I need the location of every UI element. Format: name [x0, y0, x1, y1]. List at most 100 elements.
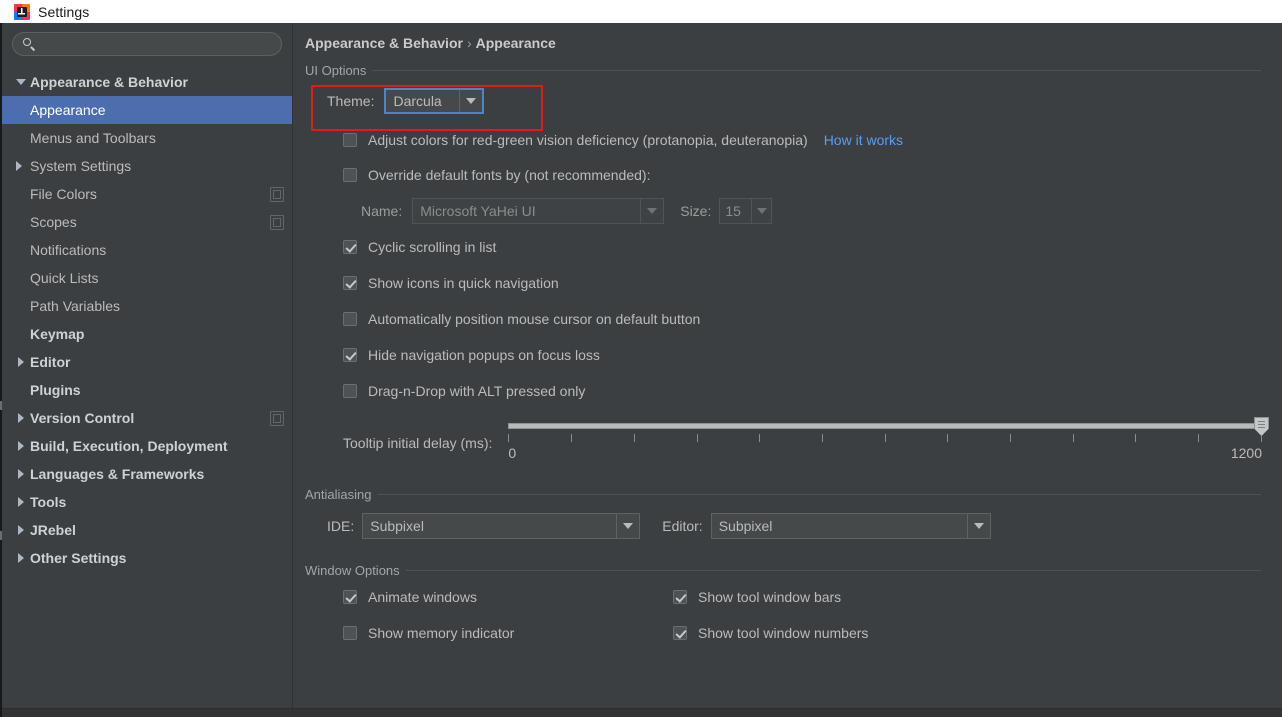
tree-expander[interactable] — [12, 469, 30, 479]
sidebar-item-languages-frameworks[interactable]: Languages & Frameworks — [2, 460, 292, 488]
sidebar-item-version-control[interactable]: Version Control — [2, 404, 292, 432]
editor-antialiasing-combobox[interactable]: Subpixel — [710, 513, 991, 539]
slider-tick — [633, 434, 635, 442]
automatically-position-mouse-cursor-on-default-button-checkbox[interactable] — [343, 312, 357, 326]
slider-tick — [1198, 434, 1200, 442]
tree-expander[interactable] — [12, 497, 30, 507]
show-tool-window-bars-checkbox[interactable] — [673, 590, 687, 604]
antialiasing-title: Antialiasing — [305, 486, 372, 502]
ui-options-checkbox-list: Cyclic scrolling in list Show icons in qu… — [305, 229, 1262, 409]
drag-n-drop-with-alt-pressed-only-checkbox[interactable] — [343, 384, 357, 398]
show-tool-window-bars-label: Show tool window bars — [698, 589, 842, 605]
slider-tick — [947, 434, 949, 442]
font-size-dropdown-arrow[interactable] — [751, 199, 772, 223]
sidebar-search-wrap — [2, 32, 292, 56]
chevron-right-icon — [18, 357, 24, 367]
theme-value: Darcula — [393, 93, 442, 109]
font-name-value: Microsoft YaHei UI — [420, 203, 536, 219]
hide-navigation-popups-on-focus-loss-label: Hide navigation popups on focus loss — [368, 347, 600, 363]
cyclic-scrolling-in-list-checkbox[interactable] — [343, 240, 357, 254]
search-input[interactable] — [36, 32, 273, 56]
sidebar-item-file-colors[interactable]: File Colors — [2, 180, 292, 208]
sidebar-item-notifications[interactable]: Notifications — [2, 236, 292, 264]
chevron-right-icon — [18, 525, 24, 535]
theme-dropdown-arrow[interactable] — [459, 90, 483, 112]
sidebar-item-jrebel[interactable]: JRebel — [2, 516, 292, 544]
show-tool-window-bars-row: Show tool window bars — [673, 589, 841, 605]
tree-expander[interactable] — [12, 413, 30, 423]
animate-windows-checkbox[interactable] — [343, 590, 357, 604]
tree-expander[interactable] — [12, 441, 30, 451]
slider-track[interactable] — [508, 423, 1262, 429]
how-it-works-link[interactable]: How it works — [824, 132, 903, 148]
tree-expander[interactable] — [12, 553, 30, 563]
theme-label: Theme: — [327, 93, 375, 109]
slider-tick — [696, 434, 698, 442]
sidebar-item-menus-and-toolbars[interactable]: Menus and Toolbars — [2, 124, 292, 152]
sidebar-item-keymap[interactable]: Keymap — [2, 320, 292, 348]
window-titlebar: Settings — [0, 0, 1282, 23]
sidebar-item-label: Path Variables — [30, 298, 121, 314]
sidebar-item-system-settings[interactable]: System Settings — [2, 152, 292, 180]
settings-sidebar: Appearance & Behavior Appearance Menus and… — [0, 23, 293, 717]
font-name-dropdown-arrow[interactable] — [640, 199, 664, 223]
sidebar-item-build-execution-deployment[interactable]: Build, Execution, Deployment — [2, 432, 292, 460]
slider-tick — [759, 434, 761, 442]
tree-expander[interactable] — [12, 79, 30, 85]
show-tool-window-numbers-checkbox[interactable] — [673, 626, 687, 640]
sidebar-item-label: Menus and Toolbars — [30, 130, 156, 146]
slider-range-labels: 0 1200 — [508, 445, 1262, 461]
sidebar-item-plugins[interactable]: Plugins — [2, 376, 292, 404]
chevron-right-icon — [18, 413, 24, 423]
sidebar-item-tools[interactable]: Tools — [2, 488, 292, 516]
chevron-down-icon — [756, 208, 767, 214]
tree-expander[interactable] — [12, 525, 30, 535]
sidebar-item-appearance[interactable]: Appearance — [2, 96, 292, 124]
sidebar-item-path-variables[interactable]: Path Variables — [2, 292, 292, 320]
override-fonts-checkbox[interactable] — [343, 168, 357, 182]
sidebar-item-label: Version Control — [30, 410, 135, 426]
animate-windows-label: Animate windows — [368, 589, 477, 605]
editor-antialiasing-dropdown-arrow[interactable] — [966, 514, 990, 538]
show-icons-in-quick-navigation-checkbox[interactable] — [343, 276, 357, 290]
adjust-colors-checkbox[interactable] — [343, 133, 357, 147]
slider-tick — [1072, 434, 1074, 442]
tree-expander[interactable] — [12, 357, 30, 367]
editor-antialiasing-label: Editor: — [662, 518, 703, 534]
chevron-right-icon — [18, 441, 24, 451]
group-divider — [405, 569, 1261, 571]
sidebar-item-label: System Settings — [30, 158, 132, 174]
project-level-settings-icon — [270, 186, 284, 202]
search-box[interactable] — [12, 32, 282, 56]
intellij-idea-icon — [14, 3, 30, 20]
ide-antialiasing-combobox[interactable]: Subpixel — [362, 513, 641, 539]
tooltip-delay-slider[interactable]: 0 1200 — [508, 415, 1269, 467]
tooltip-delay-label: Tooltip initial delay (ms): — [343, 435, 493, 451]
search-icon — [23, 37, 36, 51]
settings-content-panel: Appearance & Behavior › Appearance UI Opti… — [293, 23, 1282, 717]
sidebar-item-appearance-behavior[interactable]: Appearance & Behavior — [2, 68, 292, 96]
slider-tick — [1010, 434, 1012, 442]
show-memory-indicator-checkbox[interactable] — [343, 626, 357, 640]
sidebar-item-label: Appearance & Behavior — [30, 74, 188, 90]
theme-combobox[interactable]: Darcula — [384, 88, 485, 114]
sidebar-edge-tick — [0, 401, 2, 410]
hide-navigation-popups-on-focus-loss-row: Hide navigation popups on focus loss — [305, 337, 1262, 373]
sidebar-item-other-settings[interactable]: Other Settings — [2, 544, 292, 572]
sidebar-item-scopes[interactable]: Scopes — [2, 208, 292, 236]
show-icons-in-quick-navigation-row: Show icons in quick navigation — [305, 265, 1262, 301]
sidebar-item-label: Other Settings — [30, 550, 127, 566]
sidebar-item-quick-lists[interactable]: Quick Lists — [2, 264, 292, 292]
ide-antialiasing-dropdown-arrow[interactable] — [616, 514, 640, 538]
font-size-combobox[interactable]: 15 — [719, 198, 773, 224]
window-options-row: Show memory indicator Show tool window nu… — [305, 615, 1262, 651]
ide-antialiasing-label: IDE: — [327, 518, 355, 534]
window-options-title: Window Options — [305, 562, 400, 578]
font-size-label: Size: — [680, 203, 712, 219]
sidebar-item-editor[interactable]: Editor — [2, 348, 292, 376]
hide-navigation-popups-on-focus-loss-checkbox[interactable] — [343, 348, 357, 362]
ide-antialiasing-value: Subpixel — [370, 518, 424, 534]
font-name-combobox[interactable]: Microsoft YaHei UI — [412, 198, 665, 224]
chevron-down-icon — [623, 523, 634, 529]
tree-expander[interactable] — [8, 161, 30, 171]
